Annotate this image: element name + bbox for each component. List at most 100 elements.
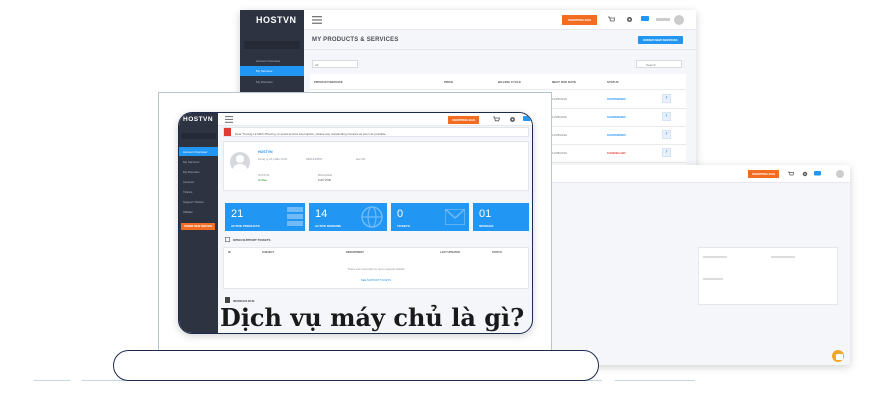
avatar [230,152,250,172]
shopping-bag-button[interactable]: SHOPPING BAG [448,116,480,124]
shopping-bag-button[interactable]: SHOPPING BAG [562,15,598,25]
sidebar-item-overview[interactable]: Account Overview [179,147,218,156]
col-due-date[interactable]: NEXT DUE DATE [552,80,576,84]
search-input[interactable]: Search [636,60,682,68]
live-chat-button[interactable] [832,350,844,362]
sidebar-item-invoices[interactable]: Invoices [179,177,218,186]
sidebar-item-tickets[interactable]: Tickets [179,187,218,196]
col-billing[interactable]: BILLING CYCLE [498,80,521,84]
stat-tickets[interactable]: 0 TICKETS [391,203,469,231]
profile-name[interactable]: HOSTVN [258,150,273,154]
globe-icon [361,206,383,228]
caption: Dịch vụ máy chủ là gì? [220,303,525,332]
chat-icon[interactable] [641,16,649,23]
row-status: CANCELLED [607,151,626,155]
cart-icon[interactable] [788,171,794,177]
dashboard-window: HOSTVN Account Overview My Services My D… [178,112,533,334]
avatar[interactable] [674,15,684,25]
topbar: SHOPPING BAG [218,113,532,126]
col-status: STATUS [492,251,502,254]
cart-icon[interactable] [608,16,615,23]
topbar: SHOPPING BAG [548,165,850,183]
stat-value: 14 [315,208,328,220]
details-card [698,247,838,305]
row-view-button[interactable]: › [662,130,671,139]
page-title: MY PRODUCTS & SERVICES [312,37,399,43]
cart-icon[interactable] [493,116,500,123]
avatar[interactable] [836,170,844,178]
sidebar-item-services[interactable]: My Services [179,157,218,166]
row-due-date: 11/05/2019 [552,133,567,137]
row-view-button[interactable]: › [662,94,671,103]
balance-label: BALANCE [318,173,333,177]
stat-label: ACTIVE PRODUCTS [231,224,260,228]
stat-invoices[interactable]: 01 INVOICES [473,203,529,231]
sidebar-item-support[interactable]: Support Tickets [179,197,218,206]
alert-banner: Dear Trương Lê Minh Phương, to avoid ser… [223,127,529,137]
balance-strip [244,41,300,49]
profile-card: HOSTVN Công ty cổ phần HVN 0901234567 Hà… [223,141,529,191]
stat-active-domains[interactable]: 14 ACTIVE DOMAINS [309,203,387,231]
caption-pill [113,350,599,381]
status-value: Active [258,178,268,182]
stat-active-products[interactable]: 21 ACTIVE PRODUCTS [225,203,305,231]
order-new-services-button[interactable]: ORDER NEW SERVICES [638,36,683,44]
sidebar-item-affiliate[interactable]: Affiliate [179,207,218,216]
status-label: STATUS [258,173,270,177]
row-divider [310,89,686,90]
logo: HOSTVN [256,15,297,25]
stat-value: 0 [397,208,404,220]
decor-line [615,380,695,381]
topbar: SHOPPING BAG [304,10,696,30]
profile-company: Công ty cổ phần HVN [258,157,288,161]
stat-label: INVOICES [479,224,494,228]
alert-text: Dear Trương Lê Minh Phương, to avoid ser… [235,132,387,136]
shopping-bag-button[interactable]: SHOPPING BAG [748,170,780,178]
order-new-service-button[interactable]: ORDER NEW SERVICE [181,223,216,230]
divider [304,49,696,50]
user-name-placeholder [656,18,670,21]
col-updated: LAST UPDATED [440,251,460,254]
chat-icon[interactable] [523,116,531,123]
tickets-title: OPEN SUPPORT TICKETS [233,238,271,242]
stat-label: TICKETS [397,224,410,228]
ticket-icon [225,237,230,242]
col-product[interactable]: PRODUCT/SERVICE [314,80,343,84]
col-price[interactable]: PRICE [444,80,453,84]
placeholder-text [703,256,727,258]
row-due-date: 11/05/2019 [552,115,567,119]
row-status: SUSPENDED [607,133,626,137]
envelope-icon [445,209,465,225]
sidebar-item-overview[interactable]: Account Overview [240,56,304,66]
stat-label: ACTIVE DOMAINS [315,224,342,228]
server-icon [287,207,303,226]
row-status: SUSPENDED [607,115,626,119]
gear-icon[interactable] [509,116,516,123]
gear-icon[interactable] [802,171,808,177]
balance-value: 0.00 VND [318,178,332,182]
chat-icon[interactable] [814,171,821,177]
stat-value: 21 [231,208,244,220]
row-due-date: 11/05/2019 [552,151,567,155]
gear-icon[interactable] [626,16,633,23]
row-view-button[interactable]: › [662,112,671,121]
search-placeholder: Search [646,63,656,67]
row-view-button[interactable]: › [662,148,671,157]
profile-phone: 0901234567 [306,157,323,161]
col-status[interactable]: STATUS [607,80,619,84]
sidebar-item-domains[interactable]: My Domains [179,167,218,176]
placeholder-text [771,256,795,258]
menu-icon[interactable] [225,116,233,123]
row-due-date: 11/05/2019 [552,97,567,101]
sidebar-item-services[interactable]: My Services [240,66,304,76]
menu-icon[interactable] [312,16,322,24]
sidebar-item-domains[interactable]: My Domains [240,77,304,87]
profile-city: Hà Nội [356,157,366,161]
see-tickets-link[interactable]: SEE SUPPORT TICKETS [224,279,528,282]
balance-strip [181,133,216,139]
col-id: ID [228,251,231,254]
col-subject: SUBJECT [262,251,275,254]
decor-line [34,380,70,381]
col-department: DEPARTMENT [346,251,364,254]
filter-select[interactable]: All [312,60,358,68]
